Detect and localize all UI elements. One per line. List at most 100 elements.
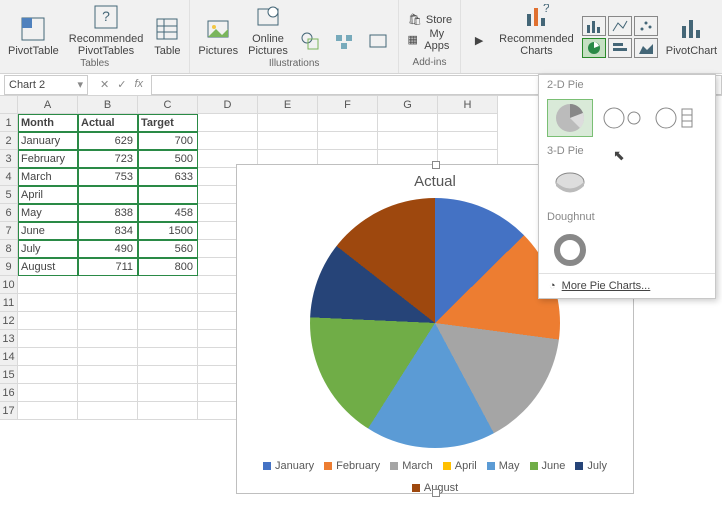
cell-A4[interactable]: March	[18, 168, 78, 186]
chart-bar-button[interactable]	[582, 16, 606, 36]
cell-C14[interactable]	[138, 348, 198, 366]
cell-F2[interactable]	[318, 132, 378, 150]
row-header-13[interactable]: 13	[0, 330, 18, 348]
cell-B7[interactable]: 834	[78, 222, 138, 240]
col-header-D[interactable]: D	[198, 96, 258, 114]
col-header-A[interactable]: A	[18, 96, 78, 114]
more-pie-charts-button[interactable]: ◔More Pie Charts...	[539, 273, 715, 298]
cell-E1[interactable]	[258, 114, 318, 132]
cell-B6[interactable]: 838	[78, 204, 138, 222]
cell-H1[interactable]	[438, 114, 498, 132]
cell-A14[interactable]	[18, 348, 78, 366]
cell-G1[interactable]	[378, 114, 438, 132]
row-header-8[interactable]: 8	[0, 240, 18, 258]
row-header-7[interactable]: 7	[0, 222, 18, 240]
row-header-15[interactable]: 15	[0, 366, 18, 384]
cell-A13[interactable]	[18, 330, 78, 348]
cell-G2[interactable]	[378, 132, 438, 150]
pie-of-pie-option[interactable]	[599, 99, 645, 137]
cell-C1[interactable]: Target	[138, 114, 198, 132]
col-header-H[interactable]: H	[438, 96, 498, 114]
cell-B2[interactable]: 629	[78, 132, 138, 150]
cell-B11[interactable]	[78, 294, 138, 312]
chart-line-button[interactable]	[608, 16, 632, 36]
cell-A2[interactable]: January	[18, 132, 78, 150]
cell-C15[interactable]	[138, 366, 198, 384]
cell-C5[interactable]	[138, 186, 198, 204]
col-header-C[interactable]: C	[138, 96, 198, 114]
chart-pie-button[interactable]	[582, 38, 606, 58]
row-header-3[interactable]: 3	[0, 150, 18, 168]
cell-D1[interactable]	[198, 114, 258, 132]
row-header-2[interactable]: 2	[0, 132, 18, 150]
bar-of-pie-option[interactable]	[651, 99, 697, 137]
col-header-G[interactable]: G	[378, 96, 438, 114]
row-header-4[interactable]: 4	[0, 168, 18, 186]
smartart-button[interactable]	[330, 26, 358, 58]
recommended-charts-button[interactable]: ?Recommended Charts	[497, 2, 576, 58]
cell-H2[interactable]	[438, 132, 498, 150]
cell-A15[interactable]	[18, 366, 78, 384]
cell-B3[interactable]: 723	[78, 150, 138, 168]
row-header-14[interactable]: 14	[0, 348, 18, 366]
doughnut-option[interactable]	[547, 231, 593, 269]
cell-B13[interactable]	[78, 330, 138, 348]
cell-C11[interactable]	[138, 294, 198, 312]
cell-B5[interactable]	[78, 186, 138, 204]
row-header-5[interactable]: 5	[0, 186, 18, 204]
cell-B10[interactable]	[78, 276, 138, 294]
cell-C17[interactable]	[138, 402, 198, 420]
row-header-6[interactable]: 6	[0, 204, 18, 222]
pie-chart[interactable]	[310, 198, 560, 448]
cell-C13[interactable]	[138, 330, 198, 348]
cell-C3[interactable]: 500	[138, 150, 198, 168]
cell-A16[interactable]	[18, 384, 78, 402]
pivotchart-button[interactable]: PivotChart	[664, 14, 719, 58]
select-all-corner[interactable]	[0, 96, 18, 114]
chart-hbar-button[interactable]	[608, 38, 632, 58]
cell-C7[interactable]: 1500	[138, 222, 198, 240]
row-header-10[interactable]: 10	[0, 276, 18, 294]
pie-3d-option[interactable]	[547, 165, 593, 203]
row-header-1[interactable]: 1	[0, 114, 18, 132]
col-header-E[interactable]: E	[258, 96, 318, 114]
row-header-12[interactable]: 12	[0, 312, 18, 330]
chart-area-button[interactable]	[634, 38, 658, 58]
cell-C16[interactable]	[138, 384, 198, 402]
recommended-pivottables-button[interactable]: ?Recommended PivotTables	[67, 2, 146, 58]
cell-D2[interactable]	[198, 132, 258, 150]
cell-B14[interactable]	[78, 348, 138, 366]
row-header-16[interactable]: 16	[0, 384, 18, 402]
cell-A3[interactable]: February	[18, 150, 78, 168]
online-pictures-button[interactable]: Online Pictures	[246, 2, 290, 58]
pivottable-button[interactable]: PivotTable	[6, 14, 61, 58]
cell-C8[interactable]: 560	[138, 240, 198, 258]
cell-A1[interactable]: Month	[18, 114, 78, 132]
cell-A9[interactable]: August	[18, 258, 78, 276]
row-header-17[interactable]: 17	[0, 402, 18, 420]
shapes-button[interactable]	[296, 26, 324, 58]
cell-B16[interactable]	[78, 384, 138, 402]
cell-B4[interactable]: 753	[78, 168, 138, 186]
fx-icon[interactable]: fx	[134, 78, 143, 91]
cell-B12[interactable]	[78, 312, 138, 330]
table-button[interactable]: Table	[151, 14, 183, 58]
store-button[interactable]: 🛍Store	[405, 11, 454, 29]
cell-C6[interactable]: 458	[138, 204, 198, 222]
myapps-button[interactable]: ▦My Apps	[405, 31, 454, 49]
cell-B15[interactable]	[78, 366, 138, 384]
cell-C9[interactable]: 800	[138, 258, 198, 276]
cell-A11[interactable]	[18, 294, 78, 312]
cell-F1[interactable]	[318, 114, 378, 132]
cell-A8[interactable]: July	[18, 240, 78, 258]
cell-C2[interactable]: 700	[138, 132, 198, 150]
cell-B17[interactable]	[78, 402, 138, 420]
cell-A7[interactable]: June	[18, 222, 78, 240]
cell-A6[interactable]: May	[18, 204, 78, 222]
cell-C12[interactable]	[138, 312, 198, 330]
cell-B8[interactable]: 490	[78, 240, 138, 258]
cell-B1[interactable]: Actual	[78, 114, 138, 132]
bing-maps-button[interactable]: ▶	[467, 26, 491, 58]
cell-C4[interactable]: 633	[138, 168, 198, 186]
cell-E2[interactable]	[258, 132, 318, 150]
